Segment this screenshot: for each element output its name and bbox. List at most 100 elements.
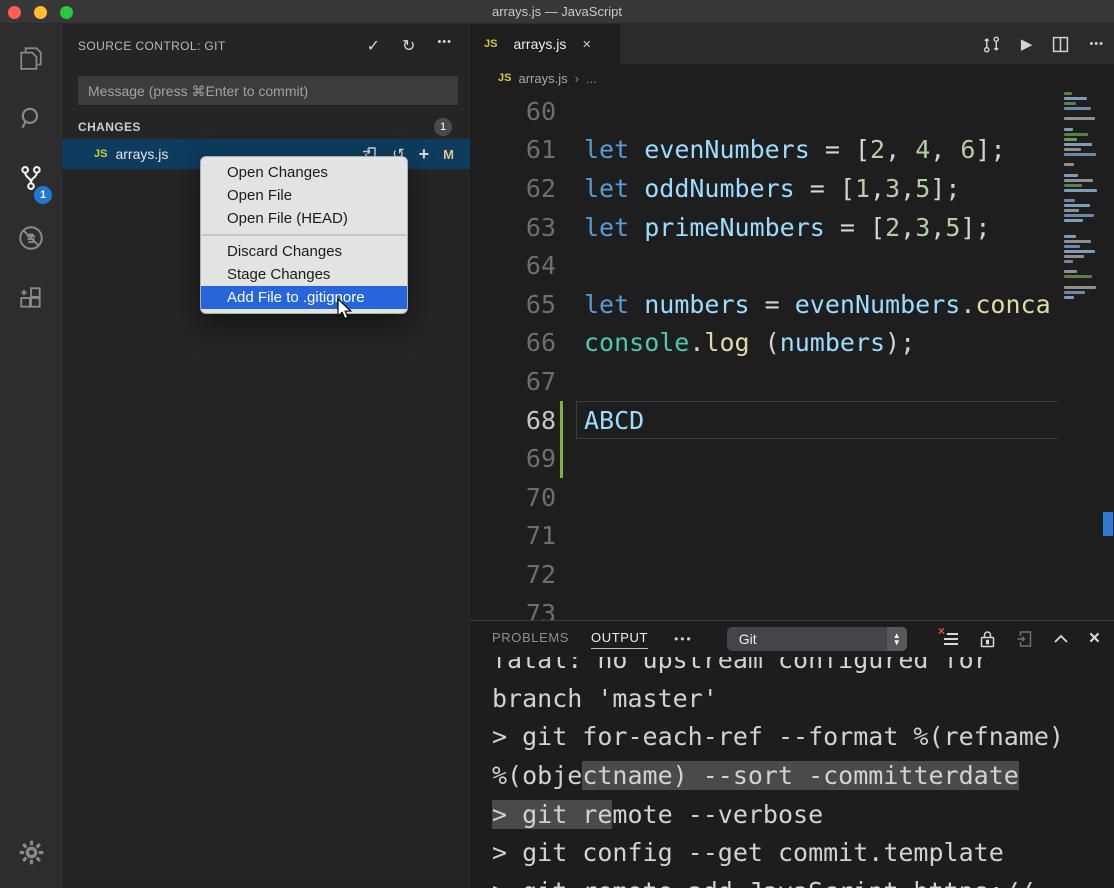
- line-number: 73: [470, 599, 556, 620]
- menu-item-add-file-to-gitignore[interactable]: Add File to .gitignore: [201, 286, 407, 309]
- tab-problems[interactable]: PROBLEMS: [492, 630, 569, 648]
- line-number: 72: [470, 560, 556, 589]
- clear-output-icon[interactable]: ×: [941, 630, 959, 648]
- extensions-icon[interactable]: [0, 270, 62, 326]
- tab-arrays-js[interactable]: JS arrays.js ×: [470, 24, 620, 64]
- title-bar: arrays.js — JavaScript: [0, 0, 1114, 24]
- mouse-cursor: [334, 298, 356, 322]
- code-text: let evenNumbers = [2, 4, 6];: [584, 135, 1006, 164]
- minimap[interactable]: [1060, 92, 1102, 620]
- split-editor-icon[interactable]: [1052, 36, 1069, 53]
- code-line-64[interactable]: 64: [470, 246, 1060, 285]
- more-actions-icon[interactable]: •••: [1089, 38, 1104, 50]
- js-file-icon: JS: [498, 72, 511, 84]
- stage-changes-icon[interactable]: +: [419, 144, 430, 165]
- menu-item-open-changes[interactable]: Open Changes: [201, 161, 407, 184]
- editor-scrollbar[interactable]: [1102, 92, 1114, 620]
- line-number: 67: [470, 367, 556, 396]
- output-line: %(objectname) --sort -committerdate: [492, 756, 1114, 795]
- code-text: let numbers = evenNumbers.conca: [584, 290, 1051, 319]
- maximize-panel-icon[interactable]: [1053, 633, 1069, 645]
- changes-count-badge: 1: [434, 118, 452, 136]
- close-panel-icon[interactable]: ×: [1089, 628, 1100, 650]
- output-line: > git for-each-ref --format %(refname): [492, 717, 1114, 756]
- output-line: fatal: no upstream configured for: [492, 657, 1114, 679]
- code-editor[interactable]: 60 61 let evenNumbers = [2, 4, 6]; 62let od…: [470, 92, 1060, 620]
- js-file-icon: JS: [94, 148, 107, 160]
- code-line-65[interactable]: 65let numbers = evenNumbers.conca: [470, 285, 1060, 324]
- output-line: > git config --get commit.template: [492, 833, 1114, 872]
- git-added-gutter-marker: [560, 401, 563, 440]
- changes-section-header[interactable]: CHANGES 1: [62, 115, 470, 139]
- minimize-window-button[interactable]: [34, 6, 47, 19]
- breadcrumb-file[interactable]: arrays.js: [518, 71, 567, 86]
- close-tab-icon[interactable]: ×: [582, 36, 591, 53]
- breadcrumb[interactable]: JS arrays.js › ...: [470, 64, 1114, 92]
- debug-icon[interactable]: [0, 210, 62, 266]
- commit-icon[interactable]: ✓: [367, 36, 380, 56]
- tab-output[interactable]: OUTPUT: [591, 630, 648, 649]
- zoom-window-button[interactable]: [60, 6, 73, 19]
- search-icon[interactable]: [0, 90, 62, 146]
- run-icon[interactable]: ▶: [1021, 35, 1033, 53]
- chevron-right-icon: ›: [575, 71, 579, 86]
- breadcrumb-more[interactable]: ...: [586, 71, 597, 86]
- code-text: console.log (numbers);: [584, 328, 915, 357]
- close-window-button[interactable]: [8, 6, 21, 19]
- code-line-68[interactable]: 68ABCD: [470, 401, 1060, 440]
- git-added-gutter-marker: [560, 439, 563, 478]
- refresh-icon[interactable]: ↻: [402, 36, 415, 56]
- code-line-66[interactable]: 66 console.log (numbers);: [470, 324, 1060, 363]
- scrollbar-handle[interactable]: [1103, 512, 1113, 536]
- gear-icon[interactable]: [0, 824, 62, 880]
- context-menu: Open ChangesOpen FileOpen File (HEAD) Dis…: [200, 156, 408, 314]
- lock-icon[interactable]: [979, 630, 996, 648]
- menu-item-discard-changes[interactable]: Discard Changes: [201, 240, 407, 263]
- commit-message-input[interactable]: [78, 76, 458, 105]
- line-number: 69: [470, 444, 556, 473]
- modified-status-badge: M: [443, 147, 454, 162]
- line-number: 70: [470, 483, 556, 512]
- code-text: let oddNumbers = [1,3,5];: [584, 174, 960, 203]
- menu-item-stage-changes[interactable]: Stage Changes: [201, 263, 407, 286]
- line-number: 63: [470, 213, 556, 242]
- source-control-sidebar: SOURCE CONTROL: GIT ✓ ↻ ••• CHANGES 1 JS…: [62, 24, 470, 888]
- code-line-67[interactable]: 67: [470, 362, 1060, 401]
- code-line-69[interactable]: 69: [470, 439, 1060, 478]
- output-line: > git remote add JavaScript https://: [492, 872, 1114, 888]
- git-compare-icon[interactable]: [982, 35, 1001, 54]
- line-number: 71: [470, 521, 556, 550]
- output-channel-select[interactable]: Git ▲▼: [727, 627, 907, 651]
- line-number: 66: [470, 328, 556, 357]
- code-line-60[interactable]: 60: [470, 92, 1060, 131]
- tab-bar: JS arrays.js × ▶ •••: [470, 24, 1114, 64]
- menu-separator: [202, 234, 406, 236]
- menu-item-open-file[interactable]: Open File: [201, 184, 407, 207]
- explorer-icon[interactable]: [0, 30, 62, 86]
- output-line: > git remote --verbose: [492, 795, 1114, 834]
- output-channel-value: Git: [739, 631, 757, 647]
- code-line-71[interactable]: 71: [470, 517, 1060, 556]
- panel-header: PROBLEMS OUTPUT ••• Git ▲▼ ×: [470, 621, 1114, 657]
- line-number: 64: [470, 251, 556, 280]
- select-stepper-icon: ▲▼: [887, 627, 907, 651]
- line-number: 61: [470, 135, 556, 164]
- output-console[interactable]: fatal: no upstream configured forbranch …: [470, 657, 1114, 888]
- code-line-61[interactable]: 61 let evenNumbers = [2, 4, 6];: [470, 131, 1060, 170]
- tab-label: arrays.js: [513, 36, 566, 52]
- window-title: arrays.js — JavaScript: [492, 4, 622, 19]
- open-in-editor-icon[interactable]: [1016, 630, 1033, 648]
- sidebar-header: SOURCE CONTROL: GIT ✓ ↻ •••: [62, 34, 470, 58]
- source-control-icon[interactable]: 1: [0, 150, 62, 206]
- code-line-72[interactable]: 72: [470, 555, 1060, 594]
- menu-item-open-file-head-[interactable]: Open File (HEAD): [201, 207, 407, 230]
- code-line-62[interactable]: 62let oddNumbers = [1,3,5];: [470, 169, 1060, 208]
- code-line-70[interactable]: 70: [470, 478, 1060, 517]
- more-actions-icon[interactable]: •••: [437, 36, 452, 56]
- line-number: 60: [470, 97, 556, 126]
- activity-bar: 1: [0, 24, 62, 888]
- sidebar-title: SOURCE CONTROL: GIT: [78, 39, 367, 53]
- code-line-63[interactable]: 63let primeNumbers = [2,3,5];: [470, 208, 1060, 247]
- more-tabs-icon[interactable]: •••: [674, 632, 693, 646]
- code-line-73[interactable]: 73: [470, 594, 1060, 620]
